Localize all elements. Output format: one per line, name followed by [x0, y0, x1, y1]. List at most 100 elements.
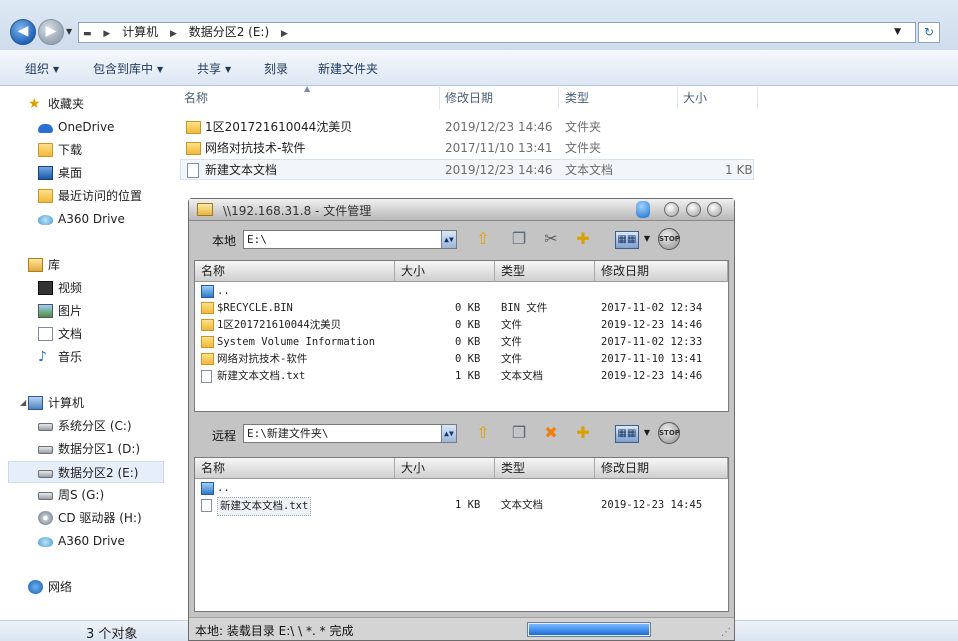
forward-button[interactable]: ▶: [38, 19, 64, 45]
nav-downloads[interactable]: 下载: [0, 139, 165, 161]
column-header-type[interactable]: 类型: [495, 261, 595, 282]
delete-icon[interactable]: ✖: [539, 422, 563, 444]
nav-computer[interactable]: ◢ 计算机: [0, 392, 165, 414]
copy-icon[interactable]: ❐: [507, 228, 531, 250]
chevron-down-icon[interactable]: ▼: [642, 422, 652, 444]
nav-favorites[interactable]: ★ 收藏夹: [0, 93, 165, 115]
nav-network[interactable]: 网络: [0, 576, 165, 598]
column-divider[interactable]: [757, 87, 758, 109]
parent-directory-icon: [201, 285, 214, 298]
nav-drive-g[interactable]: 周S (G:): [0, 484, 165, 506]
local-path-select[interactable]: E:\ ▲▼: [243, 230, 457, 249]
column-header-name[interactable]: 名称: [184, 87, 208, 109]
up-folder-icon[interactable]: ⇧: [471, 228, 495, 250]
nav-music[interactable]: ♪ 音乐: [0, 346, 165, 368]
nav-libraries[interactable]: 库: [0, 254, 165, 276]
item-name: 网络对抗技术-软件: [217, 353, 308, 365]
address-input[interactable]: ▬ ▶ 计算机 ▶ 数据分区2 (E:) ▶ ▼: [78, 22, 916, 43]
maximize-button[interactable]: [686, 202, 701, 217]
chevron-down-icon[interactable]: ▼: [642, 228, 652, 250]
close-button[interactable]: [707, 202, 722, 217]
burn-button[interactable]: 刻录: [264, 60, 288, 77]
item-date: 2017-11-02 12:34: [601, 302, 703, 314]
breadcrumb-drive[interactable]: 数据分区2 (E:): [189, 25, 269, 39]
nav-label: 系统分区 (C:): [58, 419, 132, 433]
nav-videos[interactable]: 视频: [0, 277, 165, 299]
list-item[interactable]: 网络对抗技术-软件 0 KB 文件 2017-11-10 13:41: [195, 351, 728, 368]
breadcrumb-computer[interactable]: 计算机: [122, 25, 158, 39]
column-divider[interactable]: [558, 87, 559, 109]
list-item[interactable]: System Volume Information 0 KB 文件 2017-1…: [195, 334, 728, 351]
chevron-right-icon[interactable]: ▶: [281, 29, 288, 39]
column-header-date[interactable]: 修改日期: [595, 261, 728, 282]
nav-drive-c[interactable]: 系统分区 (C:): [0, 415, 165, 437]
new-folder-button[interactable]: 新建文件夹: [318, 60, 378, 77]
dialog-title-bar[interactable]: \\192.168.31.8 - 文件管理: [189, 199, 734, 221]
minimize-button[interactable]: [664, 202, 679, 217]
back-button[interactable]: ◀: [10, 19, 36, 45]
drive-icon: [38, 446, 53, 454]
share-menu[interactable]: 共享 ▼: [197, 60, 231, 77]
column-header-size[interactable]: 大小: [395, 261, 495, 282]
item-size: 0 KB: [455, 319, 481, 331]
list-item[interactable]: 新建文本文档.txt 1 KB 文本文档 2019-12-23 14:46: [195, 368, 728, 385]
view-mode-icon[interactable]: ▦▦: [615, 425, 639, 443]
view-mode-icon[interactable]: ▦▦: [615, 231, 639, 249]
up-folder-icon[interactable]: ⇧: [471, 422, 495, 444]
cut-icon[interactable]: ✂: [539, 228, 563, 250]
expand-arrow-icon[interactable]: ◢: [20, 392, 26, 414]
list-item[interactable]: 新建文本文档.txt 1 KB 文本文档 2019-12-23 14:45: [195, 497, 728, 516]
list-item[interactable]: ..: [195, 480, 728, 497]
copy-icon[interactable]: ❐: [507, 422, 531, 444]
nav-drive-e[interactable]: 数据分区2 (E:): [8, 461, 164, 483]
column-header-name[interactable]: 名称: [195, 261, 395, 282]
recent-pages-dropdown[interactable]: ▼: [66, 27, 72, 36]
file-date: 2019/12/23 14:46: [445, 163, 553, 177]
include-in-library-menu[interactable]: 包含到库中 ▼: [93, 60, 163, 77]
column-header-type[interactable]: 类型: [495, 458, 595, 479]
stop-icon[interactable]: STOP: [658, 422, 680, 444]
nav-cd-drive[interactable]: CD 驱动器 (H:): [0, 507, 165, 529]
nav-recent-places[interactable]: 最近访问的位置: [0, 185, 165, 207]
column-header-size[interactable]: 大小: [395, 458, 495, 479]
column-divider[interactable]: [439, 87, 440, 109]
new-folder-icon[interactable]: ✚: [571, 422, 595, 444]
file-row[interactable]: 1区201721610044沈美贝 2019/12/23 14:46 文件夹: [180, 117, 754, 138]
resize-grip-icon[interactable]: ⋰: [721, 627, 731, 638]
nav-label: 最近访问的位置: [58, 189, 143, 203]
drive-icon: ▬: [83, 29, 92, 39]
chevron-down-icon[interactable]: ▲▼: [441, 425, 456, 442]
column-header-type[interactable]: 类型: [565, 87, 589, 109]
file-row[interactable]: 新建文本文档 2019/12/23 14:46 文本文档 1 KB: [180, 159, 754, 180]
nav-a360-drive[interactable]: A360 Drive: [0, 530, 165, 552]
network-icon: [28, 580, 43, 594]
column-header-date[interactable]: 修改日期: [445, 87, 493, 109]
drive-icon: [38, 470, 53, 478]
stop-icon[interactable]: STOP: [658, 228, 680, 250]
column-header-name[interactable]: 名称: [195, 458, 395, 479]
text-file-icon: [187, 163, 199, 178]
list-item[interactable]: 1区201721610044沈美贝 0 KB 文件 2019-12-23 14:…: [195, 317, 728, 334]
nav-onedrive[interactable]: OneDrive: [0, 116, 165, 138]
address-dropdown-icon[interactable]: ▼: [894, 23, 901, 42]
list-item[interactable]: ..: [195, 283, 728, 300]
column-header-size[interactable]: 大小: [683, 87, 707, 109]
new-folder-icon[interactable]: ✚: [571, 228, 595, 250]
chevron-right-icon[interactable]: ▶: [170, 29, 177, 39]
chevron-right-icon[interactable]: ▶: [103, 29, 110, 39]
nav-pictures[interactable]: 图片: [0, 300, 165, 322]
file-row[interactable]: 网络对抗技术-软件 2017/11/10 13:41 文件夹: [180, 138, 754, 159]
refresh-button[interactable]: ↻: [918, 22, 940, 43]
chevron-down-icon: ▼: [53, 65, 60, 74]
column-divider[interactable]: [677, 87, 678, 109]
nav-documents[interactable]: 文档: [0, 323, 165, 345]
nav-a360-drive-fav[interactable]: A360 Drive: [0, 208, 165, 230]
list-item[interactable]: $RECYCLE.BIN 0 KB BIN 文件 2017-11-02 12:3…: [195, 300, 728, 317]
column-header-date[interactable]: 修改日期: [595, 458, 728, 479]
pin-icon[interactable]: [636, 201, 650, 218]
nav-drive-d[interactable]: 数据分区1 (D:): [0, 438, 165, 460]
chevron-down-icon[interactable]: ▲▼: [441, 231, 456, 248]
nav-desktop[interactable]: 桌面: [0, 162, 165, 184]
organize-menu[interactable]: 组织 ▼: [25, 60, 59, 77]
remote-path-select[interactable]: E:\新建文件夹\ ▲▼: [243, 424, 457, 443]
